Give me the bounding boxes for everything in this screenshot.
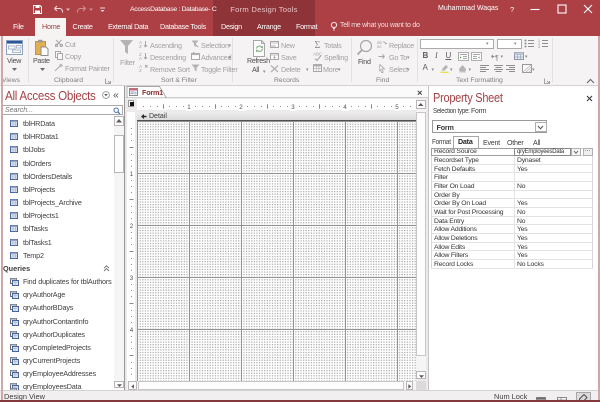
svg-text:¶: ¶ [495,55,499,61]
svg-text:3: 3 [130,275,134,282]
svg-text:ABC: ABC [313,52,323,57]
svg-text:2: 2 [239,104,243,111]
svg-text:ac: ac [377,44,383,48]
svg-text:3: 3 [291,104,295,111]
svg-text:1: 1 [130,171,134,178]
svg-text:Z: Z [139,68,142,72]
svg-text:A: A [139,56,142,60]
svg-text:4: 4 [343,104,347,111]
svg-text:1: 1 [187,104,191,111]
svg-text:4: 4 [130,327,134,334]
svg-text:Σ: Σ [315,40,321,49]
svg-text:abc: abc [271,44,277,48]
svg-text:3: 3 [538,45,540,48]
svg-text:5: 5 [395,104,399,111]
svg-text:Z: Z [139,44,142,48]
svg-text:2: 2 [130,223,134,230]
